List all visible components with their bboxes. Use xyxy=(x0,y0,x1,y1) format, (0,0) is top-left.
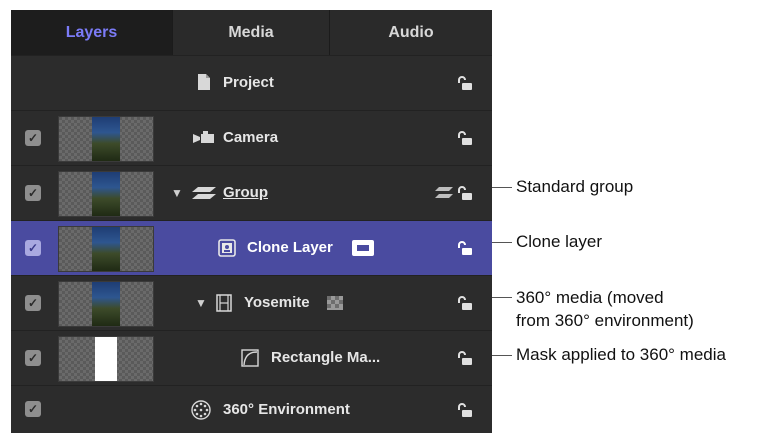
layers-panel: Layers Media Audio Project ✓ Camera ✓ ▼ … xyxy=(11,10,492,433)
layer-thumbnail xyxy=(58,171,154,217)
layer-name: Clone Layer xyxy=(247,239,333,256)
callout-line xyxy=(492,297,512,298)
lock-icon[interactable] xyxy=(457,295,473,311)
clone-source-icon xyxy=(352,240,374,256)
layer-thumbnail xyxy=(58,281,154,327)
disclosure-triangle-icon[interactable]: ▼ xyxy=(195,276,207,330)
visibility-checkbox[interactable]: ✓ xyxy=(25,240,41,256)
lock-icon[interactable] xyxy=(457,240,473,256)
layer-row-360-environment[interactable]: ✓ 360° Environment xyxy=(11,385,492,433)
360-environment-icon xyxy=(191,400,211,420)
checker-thumbnail-icon xyxy=(327,296,343,310)
callout-line xyxy=(492,187,512,188)
layer-name: Project xyxy=(223,74,274,91)
visibility-checkbox[interactable]: ✓ xyxy=(25,185,41,201)
layer-thumbnail xyxy=(58,226,154,272)
lock-icon[interactable] xyxy=(457,402,473,418)
clone-layer-icon xyxy=(218,239,236,257)
tab-media[interactable]: Media xyxy=(173,10,329,55)
layer-name: 360° Environment xyxy=(223,401,350,418)
film-icon xyxy=(216,294,232,312)
lock-icon[interactable] xyxy=(457,350,473,366)
layer-thumbnail xyxy=(58,336,154,382)
tab-bar: Layers Media Audio xyxy=(11,10,492,56)
callout-line xyxy=(492,355,512,356)
lock-icon[interactable] xyxy=(457,75,473,91)
visibility-checkbox[interactable]: ✓ xyxy=(25,295,41,311)
lock-icon[interactable] xyxy=(457,130,473,146)
layer-thumbnail xyxy=(58,116,154,162)
callout-standard-group: Standard group xyxy=(516,177,634,196)
layer-name: Group xyxy=(223,184,268,201)
layer-row-rectangle-mask[interactable]: ✓ Rectangle Ma... xyxy=(11,330,492,385)
layer-row-project[interactable]: Project xyxy=(11,55,492,110)
visibility-checkbox[interactable]: ✓ xyxy=(25,130,41,146)
layer-row-clone-layer[interactable]: ✓ Clone Layer xyxy=(11,220,492,275)
visibility-checkbox[interactable]: ✓ xyxy=(25,401,41,417)
document-icon xyxy=(198,74,210,90)
group-icon xyxy=(192,187,216,199)
visibility-checkbox[interactable]: ✓ xyxy=(25,350,41,366)
callout-mask: Mask applied to 360° media xyxy=(516,345,726,364)
callout-360-media-line2: from 360° environment) xyxy=(516,311,694,330)
disclosure-triangle-icon[interactable]: ▼ xyxy=(171,166,183,220)
mask-icon xyxy=(241,349,259,367)
tab-audio[interactable]: Audio xyxy=(330,10,492,55)
2d-group-icon xyxy=(435,187,453,198)
layer-name: Rectangle Ma... xyxy=(271,349,381,366)
layer-row-yosemite[interactable]: ✓ ▼ Yosemite xyxy=(11,275,492,330)
camera-icon xyxy=(193,131,214,143)
layer-row-camera[interactable]: ✓ Camera xyxy=(11,110,492,165)
layer-name: Camera xyxy=(223,129,279,146)
callout-clone-layer: Clone layer xyxy=(516,232,602,251)
layer-row-group[interactable]: ✓ ▼ Group xyxy=(11,165,492,220)
layer-name: Yosemite xyxy=(244,294,310,311)
lock-icon[interactable] xyxy=(457,185,473,201)
tab-layers[interactable]: Layers xyxy=(11,10,172,55)
callout-360-media-line1: 360° media (moved xyxy=(516,288,664,307)
callout-line xyxy=(492,242,512,243)
